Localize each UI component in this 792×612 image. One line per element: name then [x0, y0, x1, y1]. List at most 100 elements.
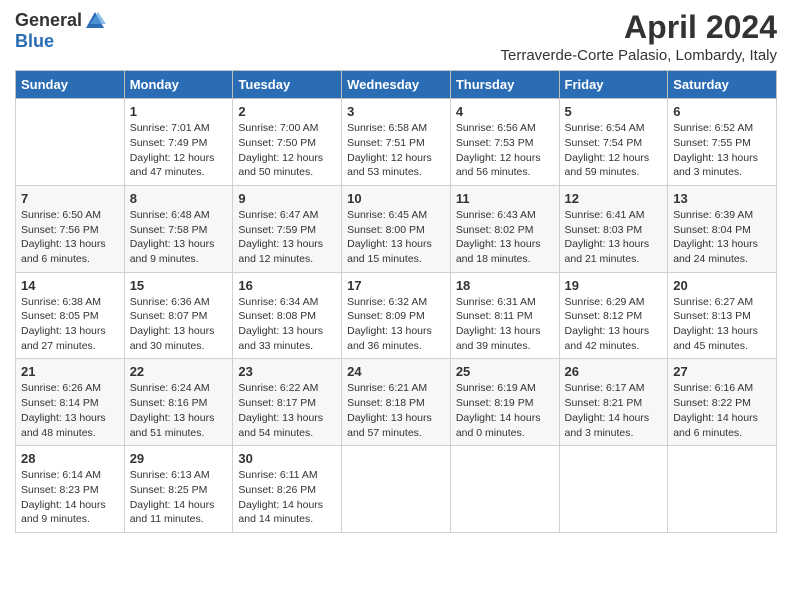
calendar-day-cell: 1 Sunrise: 7:01 AM Sunset: 7:49 PM Daylig…: [124, 99, 233, 186]
calendar-header-cell: Tuesday: [233, 71, 342, 99]
day-info: Sunrise: 6:14 AM Sunset: 8:23 PM Dayligh…: [21, 468, 119, 527]
calendar-day-cell: 15 Sunrise: 6:36 AM Sunset: 8:07 PM Dayli…: [124, 272, 233, 359]
day-info: Sunrise: 6:43 AM Sunset: 8:02 PM Dayligh…: [456, 208, 554, 267]
calendar-day-cell: 3 Sunrise: 6:58 AM Sunset: 7:51 PM Daylig…: [342, 99, 451, 186]
day-number: 25: [456, 364, 554, 379]
day-info: Sunrise: 6:39 AM Sunset: 8:04 PM Dayligh…: [673, 208, 771, 267]
calendar-day-cell: 12 Sunrise: 6:41 AM Sunset: 8:03 PM Dayli…: [559, 185, 668, 272]
day-number: 6: [673, 104, 771, 119]
day-info: Sunrise: 6:32 AM Sunset: 8:09 PM Dayligh…: [347, 295, 445, 354]
day-info: Sunrise: 7:01 AM Sunset: 7:49 PM Dayligh…: [130, 121, 228, 180]
day-info: Sunrise: 6:58 AM Sunset: 7:51 PM Dayligh…: [347, 121, 445, 180]
day-number: 18: [456, 278, 554, 293]
day-info: Sunrise: 6:36 AM Sunset: 8:07 PM Dayligh…: [130, 295, 228, 354]
day-number: 1: [130, 104, 228, 119]
calendar-day-cell: 29 Sunrise: 6:13 AM Sunset: 8:25 PM Dayli…: [124, 446, 233, 533]
day-number: 20: [673, 278, 771, 293]
day-info: Sunrise: 6:17 AM Sunset: 8:21 PM Dayligh…: [565, 381, 663, 440]
day-info: Sunrise: 6:41 AM Sunset: 8:03 PM Dayligh…: [565, 208, 663, 267]
calendar-day-cell: 27Sunrise: 6:16 AM Sunset: 8:22 PM Dayli…: [668, 359, 777, 446]
header: General Blue April 2024 Terraverde-Corte…: [15, 10, 777, 64]
day-number: 2: [238, 104, 336, 119]
day-number: 23: [238, 364, 336, 379]
calendar-day-cell: 14 Sunrise: 6:38 AM Sunset: 8:05 PM Dayli…: [16, 272, 125, 359]
day-info: Sunrise: 6:50 AM Sunset: 7:56 PM Dayligh…: [21, 208, 119, 267]
calendar-day-cell: 30 Sunrise: 6:11 AM Sunset: 8:26 PM Dayli…: [233, 446, 342, 533]
day-number: 10: [347, 191, 445, 206]
day-number: 12: [565, 191, 663, 206]
calendar-title: April 2024: [500, 10, 777, 45]
day-info: Sunrise: 6:52 AM Sunset: 7:55 PM Dayligh…: [673, 121, 771, 180]
day-number: 19: [565, 278, 663, 293]
calendar-day-cell: [16, 99, 125, 186]
calendar-day-cell: 28Sunrise: 6:14 AM Sunset: 8:23 PM Dayli…: [16, 446, 125, 533]
day-info: Sunrise: 6:47 AM Sunset: 7:59 PM Dayligh…: [238, 208, 336, 267]
day-number: 30: [238, 451, 336, 466]
calendar-day-cell: 20 Sunrise: 6:27 AM Sunset: 8:13 PM Dayli…: [668, 272, 777, 359]
day-number: 16: [238, 278, 336, 293]
logo-general-text: General: [15, 11, 82, 31]
calendar-header-cell: Wednesday: [342, 71, 451, 99]
calendar-day-cell: 22Sunrise: 6:24 AM Sunset: 8:16 PM Dayli…: [124, 359, 233, 446]
day-info: Sunrise: 7:00 AM Sunset: 7:50 PM Dayligh…: [238, 121, 336, 180]
day-info: Sunrise: 6:54 AM Sunset: 7:54 PM Dayligh…: [565, 121, 663, 180]
day-info: Sunrise: 6:27 AM Sunset: 8:13 PM Dayligh…: [673, 295, 771, 354]
calendar-day-cell: 8 Sunrise: 6:48 AM Sunset: 7:58 PM Daylig…: [124, 185, 233, 272]
calendar-header-cell: Friday: [559, 71, 668, 99]
calendar-day-cell: [342, 446, 451, 533]
calendar-day-cell: [559, 446, 668, 533]
calendar-day-cell: 25 Sunrise: 6:19 AM Sunset: 8:19 PM Dayli…: [450, 359, 559, 446]
day-number: 26: [565, 364, 663, 379]
logo-blue-text: Blue: [15, 32, 106, 52]
logo-icon: [84, 10, 106, 32]
calendar-day-cell: 2 Sunrise: 7:00 AM Sunset: 7:50 PM Daylig…: [233, 99, 342, 186]
calendar-day-cell: 23 Sunrise: 6:22 AM Sunset: 8:17 PM Dayli…: [233, 359, 342, 446]
day-number: 13: [673, 191, 771, 206]
calendar-table: SundayMondayTuesdayWednesdayThursdayFrid…: [15, 70, 777, 533]
calendar-week-row: 1 Sunrise: 7:01 AM Sunset: 7:49 PM Daylig…: [16, 99, 777, 186]
calendar-day-cell: [668, 446, 777, 533]
day-number: 17: [347, 278, 445, 293]
calendar-day-cell: 21Sunrise: 6:26 AM Sunset: 8:14 PM Dayli…: [16, 359, 125, 446]
day-info: Sunrise: 6:45 AM Sunset: 8:00 PM Dayligh…: [347, 208, 445, 267]
day-number: 21: [21, 364, 119, 379]
day-number: 9: [238, 191, 336, 206]
day-number: 7: [21, 191, 119, 206]
calendar-day-cell: 18 Sunrise: 6:31 AM Sunset: 8:11 PM Dayli…: [450, 272, 559, 359]
day-number: 3: [347, 104, 445, 119]
day-info: Sunrise: 6:19 AM Sunset: 8:19 PM Dayligh…: [456, 381, 554, 440]
calendar-header-row: SundayMondayTuesdayWednesdayThursdayFrid…: [16, 71, 777, 99]
calendar-week-row: 28Sunrise: 6:14 AM Sunset: 8:23 PM Dayli…: [16, 446, 777, 533]
day-number: 8: [130, 191, 228, 206]
calendar-day-cell: 16Sunrise: 6:34 AM Sunset: 8:08 PM Dayli…: [233, 272, 342, 359]
calendar-day-cell: 10 Sunrise: 6:45 AM Sunset: 8:00 PM Dayli…: [342, 185, 451, 272]
day-info: Sunrise: 6:48 AM Sunset: 7:58 PM Dayligh…: [130, 208, 228, 267]
day-number: 15: [130, 278, 228, 293]
day-info: Sunrise: 6:16 AM Sunset: 8:22 PM Dayligh…: [673, 381, 771, 440]
calendar-day-cell: 4Sunrise: 6:56 AM Sunset: 7:53 PM Daylig…: [450, 99, 559, 186]
day-info: Sunrise: 6:11 AM Sunset: 8:26 PM Dayligh…: [238, 468, 336, 527]
calendar-day-cell: 13 Sunrise: 6:39 AM Sunset: 8:04 PM Dayli…: [668, 185, 777, 272]
calendar-day-cell: 9 Sunrise: 6:47 AM Sunset: 7:59 PM Daylig…: [233, 185, 342, 272]
day-info: Sunrise: 6:22 AM Sunset: 8:17 PM Dayligh…: [238, 381, 336, 440]
day-number: 14: [21, 278, 119, 293]
day-info: Sunrise: 6:31 AM Sunset: 8:11 PM Dayligh…: [456, 295, 554, 354]
calendar-day-cell: 6 Sunrise: 6:52 AM Sunset: 7:55 PM Daylig…: [668, 99, 777, 186]
calendar-week-row: 14 Sunrise: 6:38 AM Sunset: 8:05 PM Dayli…: [16, 272, 777, 359]
calendar-day-cell: 19Sunrise: 6:29 AM Sunset: 8:12 PM Dayli…: [559, 272, 668, 359]
calendar-week-row: 21Sunrise: 6:26 AM Sunset: 8:14 PM Dayli…: [16, 359, 777, 446]
logo: General Blue: [15, 10, 106, 52]
calendar-day-cell: 5 Sunrise: 6:54 AM Sunset: 7:54 PM Daylig…: [559, 99, 668, 186]
day-info: Sunrise: 6:38 AM Sunset: 8:05 PM Dayligh…: [21, 295, 119, 354]
day-number: 29: [130, 451, 228, 466]
day-info: Sunrise: 6:21 AM Sunset: 8:18 PM Dayligh…: [347, 381, 445, 440]
calendar-header-cell: Thursday: [450, 71, 559, 99]
day-number: 11: [456, 191, 554, 206]
calendar-week-row: 7 Sunrise: 6:50 AM Sunset: 7:56 PM Daylig…: [16, 185, 777, 272]
calendar-header-cell: Sunday: [16, 71, 125, 99]
day-number: 5: [565, 104, 663, 119]
calendar-day-cell: 17 Sunrise: 6:32 AM Sunset: 8:09 PM Dayli…: [342, 272, 451, 359]
day-info: Sunrise: 6:13 AM Sunset: 8:25 PM Dayligh…: [130, 468, 228, 527]
calendar-location: Terraverde-Corte Palasio, Lombardy, Ital…: [500, 47, 777, 64]
day-info: Sunrise: 6:24 AM Sunset: 8:16 PM Dayligh…: [130, 381, 228, 440]
